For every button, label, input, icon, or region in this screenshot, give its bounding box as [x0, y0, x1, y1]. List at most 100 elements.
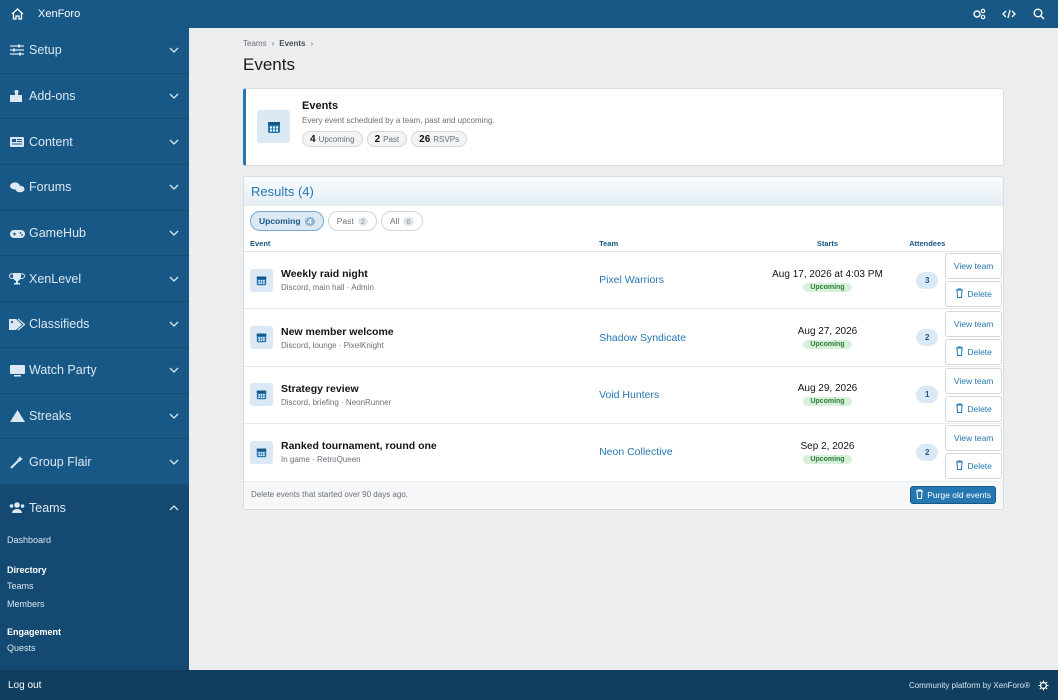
delete-button[interactable]: Delete	[945, 395, 1003, 422]
sidebar-item-setup[interactable]: Setup	[0, 28, 189, 74]
sidebar-item-xenlevel[interactable]: XenLevel	[0, 256, 189, 303]
column-header-event[interactable]: Event	[244, 239, 593, 248]
results-footer: Delete events that started over 90 days …	[244, 481, 1003, 508]
event-title[interactable]: Ranked tournament, round one	[281, 440, 437, 452]
sidebar-link-members[interactable]: Members	[7, 595, 182, 613]
comments-icon	[8, 180, 26, 194]
purge-old-events-button[interactable]: Purge old events	[910, 485, 996, 504]
sidebar-heading-directory: Directory	[7, 564, 47, 575]
view-team-button[interactable]: View team	[945, 253, 1003, 280]
code-icon[interactable]	[1000, 5, 1018, 23]
powered-by[interactable]: Community platform by XenForo®	[909, 681, 1030, 690]
chevron-down-icon	[169, 182, 179, 192]
tab-all[interactable]: All 6	[380, 211, 423, 231]
sidebar-item-label: Watch Party	[29, 363, 97, 378]
sidebar-heading-engagement: Engagement	[7, 626, 62, 637]
sidebar-link-teams[interactable]: Teams	[7, 577, 182, 595]
delete-button[interactable]: Delete	[945, 453, 1003, 480]
event-title[interactable]: New member welcome	[281, 326, 394, 338]
team-link[interactable]: Void Hunters	[593, 389, 753, 401]
sidebar-item-add-ons[interactable]: Add-ons	[0, 74, 189, 120]
magic-wand-icon	[8, 455, 26, 469]
logout-link[interactable]: Log out	[8, 680, 41, 691]
chevron-down-icon	[169, 45, 179, 55]
sidebar-item-watch-party[interactable]: Watch Party	[0, 348, 189, 394]
gamepad-icon	[8, 226, 26, 240]
newspaper-icon	[8, 135, 26, 149]
sidebar-item-content[interactable]: Content	[0, 119, 189, 166]
sidebar-item-label: Classifieds	[29, 317, 90, 332]
triangle-icon	[8, 409, 26, 423]
sidebar-item-label: Group Flair	[29, 454, 92, 469]
chevron-up-icon	[169, 503, 179, 513]
events-info-block: Events Every event scheduled by a team, …	[243, 88, 1004, 166]
delete-button[interactable]: Delete	[945, 281, 1003, 308]
event-meta: Discord, briefing · NeonRunner	[281, 397, 392, 407]
sidebar-link-dashboard[interactable]: Dashboard	[7, 531, 182, 549]
info-title: Events	[302, 100, 339, 112]
start-date: Sep 2, 2026	[800, 440, 855, 452]
team-link[interactable]: Pixel Warriors	[593, 274, 753, 286]
sidebar-item-label: Teams	[29, 500, 66, 515]
calendar-icon	[250, 326, 273, 350]
attendee-count: 1	[916, 386, 939, 404]
sidebar-item-label: Forums	[29, 180, 72, 195]
chevron-down-icon	[169, 91, 179, 101]
table-row: New member welcome Discord, lounge · Pixe…	[244, 309, 1003, 367]
results-block: Results (4) Upcoming 4 Past 2 All 6 Event T…	[243, 176, 1004, 510]
start-date: Aug 17, 2026 at 4:03 PM	[772, 268, 883, 280]
sidebar-item-label: Content	[29, 134, 73, 149]
status-badge: Upcoming	[803, 282, 852, 292]
trash-icon	[955, 288, 964, 300]
start-date: Aug 27, 2026	[797, 326, 858, 338]
attendee-count: 2	[916, 443, 939, 461]
column-header-attendees[interactable]: Attendees	[902, 239, 952, 248]
gears-icon[interactable]	[970, 5, 988, 23]
tab-upcoming[interactable]: Upcoming 4	[250, 211, 324, 231]
start-date: Aug 29, 2026	[797, 383, 858, 395]
sidebar-item-label: Setup	[29, 43, 62, 58]
trash-icon	[915, 489, 924, 501]
view-team-button[interactable]: View team	[945, 367, 1003, 394]
view-team-button[interactable]: View team	[945, 310, 1003, 337]
gear-icon[interactable]	[1036, 678, 1050, 692]
tags-icon	[8, 317, 26, 331]
event-title[interactable]: Strategy review	[281, 383, 391, 395]
column-header-team[interactable]: Team	[593, 239, 753, 248]
sidebar-item-forums[interactable]: Forums	[0, 165, 189, 211]
status-badge: Upcoming	[803, 340, 852, 350]
table-row: Ranked tournament, round one In game · Re…	[244, 424, 1003, 482]
column-header-starts[interactable]: Starts	[753, 239, 903, 248]
team-link[interactable]: Neon Collective	[593, 446, 753, 458]
team-link[interactable]: Shadow Syndicate	[593, 332, 753, 344]
brand-name[interactable]: XenForo	[38, 8, 80, 20]
event-title[interactable]: Weekly raid night	[281, 268, 374, 280]
sidebar-item-group-flair[interactable]: Group Flair	[0, 439, 189, 485]
view-team-button[interactable]: View team	[945, 425, 1003, 452]
chevron-down-icon	[169, 274, 179, 284]
trash-icon	[955, 403, 964, 415]
trophy-icon	[8, 272, 26, 286]
event-meta: Discord, main hall · Admin	[281, 283, 374, 293]
footer-note: Delete events that started over 90 days …	[251, 490, 408, 500]
sidebar-item-streaks[interactable]: Streaks	[0, 394, 189, 440]
sidebar-item-label: Add-ons	[29, 89, 76, 104]
calendar-icon	[250, 268, 273, 292]
main-content: Teams › Events › Events Events Every eve…	[243, 28, 1004, 510]
calendar-icon	[250, 383, 273, 407]
sidebar-item-classifieds[interactable]: Classifieds	[0, 302, 189, 348]
sidebar-item-gamehub[interactable]: GameHub	[0, 211, 189, 257]
breadcrumb-teams[interactable]: Teams	[243, 39, 267, 48]
sidebar-item-label: GameHub	[29, 226, 86, 241]
tab-past[interactable]: Past 2	[327, 211, 377, 231]
stat-pill-rsvps: 26 RSVPs	[411, 131, 468, 147]
event-meta: Discord, lounge · PixelKnight	[281, 340, 384, 350]
sidebar-item-teams[interactable]: Teams	[0, 484, 189, 531]
calendar-icon	[257, 110, 290, 143]
breadcrumb-events[interactable]: Events	[279, 39, 305, 48]
search-icon[interactable]	[1030, 5, 1048, 23]
delete-button[interactable]: Delete	[945, 338, 1003, 365]
sliders-icon	[8, 43, 26, 57]
sidebar-link-quests[interactable]: Quests	[7, 639, 182, 657]
home-icon[interactable]	[4, 8, 30, 20]
